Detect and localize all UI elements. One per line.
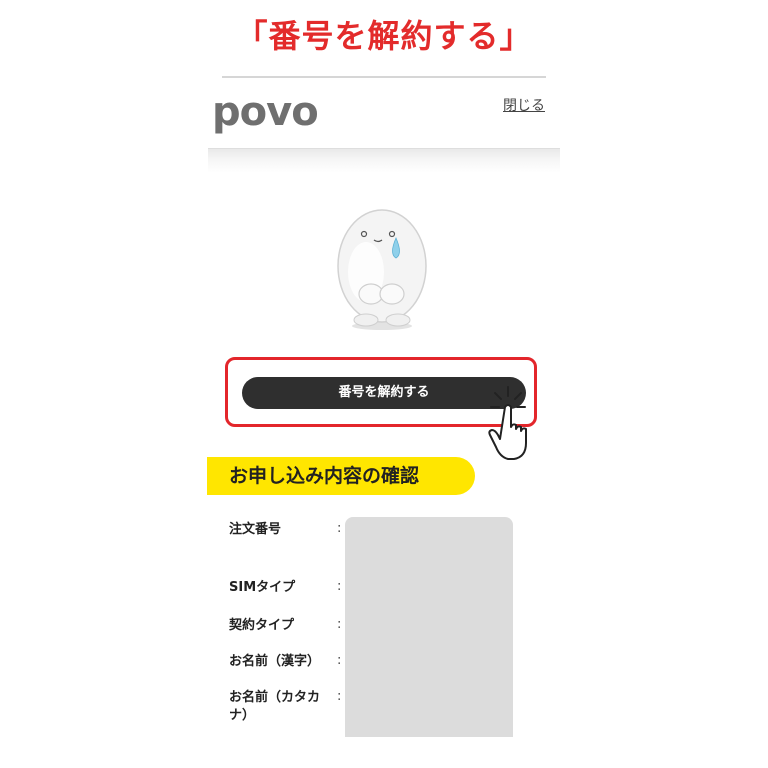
detail-colon: :	[337, 653, 342, 668]
detail-colon: :	[337, 521, 342, 536]
povo-logo: povo	[212, 89, 319, 135]
detail-label: 契約タイプ	[229, 618, 295, 633]
detail-label: SIMタイプ	[229, 580, 296, 595]
instruction-caption: 「番号を解約する」	[235, 17, 533, 55]
divider	[222, 76, 546, 78]
header-shadow-band	[208, 148, 560, 173]
detail-colon: :	[337, 617, 342, 632]
detail-row-name-katakana: お名前（カタカナ）	[229, 689, 339, 725]
detail-label: お名前（カタカナ）	[229, 690, 321, 723]
detail-colon: :	[337, 689, 342, 704]
detail-row-name-kanji: お名前（漢字）	[229, 653, 349, 671]
mascot-image	[337, 209, 427, 330]
detail-row-sim-type: SIMタイプ	[229, 579, 349, 597]
detail-label: 注文番号	[229, 522, 282, 537]
detail-colon: :	[337, 579, 342, 594]
close-link[interactable]: 閉じる	[503, 95, 545, 115]
tap-hand-icon	[488, 386, 527, 460]
detail-row-order-number: 注文番号	[229, 521, 349, 539]
detail-label: お名前（漢字）	[229, 654, 321, 669]
section-title: お申し込み内容の確認	[207, 457, 475, 495]
detail-row-contract-type: 契約タイプ	[229, 617, 349, 635]
redacted-values	[345, 517, 513, 737]
cancel-number-button[interactable]: 番号を解約する	[242, 377, 526, 409]
